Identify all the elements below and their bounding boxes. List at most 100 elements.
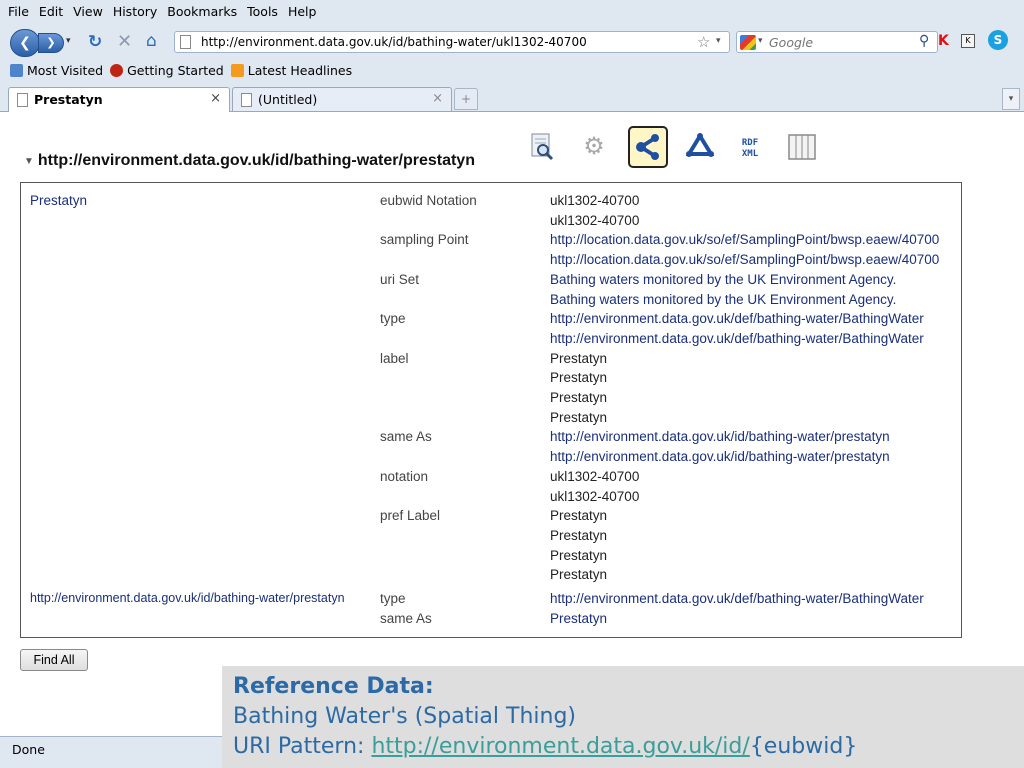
find-all-button[interactable]: Find All xyxy=(20,649,88,671)
forward-button[interactable]: ❯ xyxy=(38,33,64,53)
search-icon[interactable]: ⚲ xyxy=(919,33,929,49)
slide-caption: Reference Data: Bathing Water's (Spatial… xyxy=(222,666,1024,768)
value-text: Prestatyn xyxy=(550,508,608,524)
value-link[interactable]: Bathing waters monitored by the UK Envir… xyxy=(550,272,896,287)
close-tab-icon[interactable]: × xyxy=(210,91,221,106)
bookmark-star-icon[interactable]: ☆ xyxy=(697,33,710,51)
value-link[interactable]: http://environment.data.gov.uk/id/bathin… xyxy=(550,429,890,444)
resource-heading[interactable]: ▼ http://environment.data.gov.uk/id/bath… xyxy=(24,152,475,170)
skype-icon[interactable]: S xyxy=(988,30,1008,50)
menu-tools[interactable]: Tools xyxy=(247,4,278,26)
menu-bar: File Edit View History Bookmarks Tools H… xyxy=(0,4,316,26)
value-text: Prestatyn xyxy=(550,409,608,425)
navigation-toolbar: ❮ ❯ ▾ ↻ ✕ ⌂ http://environment.data.gov.… xyxy=(0,28,1024,58)
page-content: ▼ http://environment.data.gov.uk/id/bath… xyxy=(0,112,1024,736)
caption-line2: URI Pattern: http://environment.data.gov… xyxy=(233,732,1024,762)
bookmark-most-visited[interactable]: Most Visited xyxy=(10,63,103,78)
rdf-xml-view-icon[interactable]: RDF XML xyxy=(730,126,770,168)
value-text: Prestatyn xyxy=(550,567,608,583)
value-text: Prestatyn xyxy=(550,547,608,563)
bookmark-label: Most Visited xyxy=(27,62,104,78)
status-text: Done xyxy=(12,742,45,757)
predicate-label: type xyxy=(380,591,406,606)
bookmark-label: Getting Started xyxy=(127,62,224,78)
bookmarks-toolbar: Most Visited Getting Started Latest Head… xyxy=(0,60,355,80)
caption-prefix: URI Pattern: xyxy=(233,734,372,759)
subject-uri[interactable]: http://environment.data.gov.uk/id/bathin… xyxy=(30,591,345,605)
page-icon xyxy=(180,35,191,49)
caption-title: Reference Data: xyxy=(233,674,434,699)
tab-label: (Untitled) xyxy=(258,92,318,107)
most-visited-icon xyxy=(10,63,23,77)
svg-text:XML: XML xyxy=(742,149,759,159)
reload-icon[interactable]: ↻ xyxy=(88,32,102,52)
value-text: Prestatyn xyxy=(550,390,608,405)
tab-strip: Prestatyn × (Untitled) × + ▾ xyxy=(0,85,1024,112)
page-icon xyxy=(241,93,252,107)
addon-k-icon[interactable]: K xyxy=(938,33,949,49)
value-link[interactable]: http://environment.data.gov.uk/id/bathin… xyxy=(550,449,890,464)
predicate-label: uri Set xyxy=(380,271,420,287)
settings-view-icon[interactable]: ⚙ xyxy=(574,126,614,168)
bookmark-latest-headlines[interactable]: Latest Headlines xyxy=(230,62,353,78)
value-link[interactable]: Bathing waters monitored by the UK Envir… xyxy=(550,292,896,307)
value-text: Prestatyn xyxy=(550,527,608,543)
value-link[interactable]: http://location.data.gov.uk/so/ef/Sampli… xyxy=(550,232,939,247)
search-engine-dropdown-icon[interactable]: ▾ xyxy=(758,36,763,46)
value-link[interactable]: http://environment.data.gov.uk/def/bathi… xyxy=(550,311,924,326)
url-dropdown-icon[interactable]: ▾ xyxy=(716,36,721,46)
caption-line1: Bathing Water's (Spatial Thing) xyxy=(233,704,576,729)
tab-list-dropdown-icon[interactable]: ▾ xyxy=(1002,88,1020,110)
browser-chrome: File Edit View History Bookmarks Tools H… xyxy=(0,0,1024,112)
value-link[interactable]: Prestatyn xyxy=(550,611,607,626)
menu-edit[interactable]: Edit xyxy=(39,4,63,26)
value-link[interactable]: http://environment.data.gov.uk/def/bathi… xyxy=(550,591,924,606)
predicate-label: type xyxy=(380,311,406,327)
forward-arrow-icon: ❯ xyxy=(46,36,56,49)
value-text: Prestatyn xyxy=(550,370,608,386)
predicate-label: same As xyxy=(380,610,432,626)
graph-view-icon[interactable] xyxy=(628,126,668,168)
addon-box-icon[interactable]: K xyxy=(961,34,975,48)
value-link[interactable]: http://location.data.gov.uk/so/ef/Sampli… xyxy=(550,252,939,267)
home-icon[interactable]: ⌂ xyxy=(146,31,157,51)
predicate-label: same As xyxy=(380,429,432,445)
stop-icon[interactable]: ✕ xyxy=(117,31,132,52)
resource-uri: http://environment.data.gov.uk/id/bathin… xyxy=(37,152,475,169)
subject-prestatyn[interactable]: Prestatyn xyxy=(30,193,87,208)
menu-bookmarks[interactable]: Bookmarks xyxy=(167,4,237,26)
predicate-label: pref Label xyxy=(380,508,441,524)
predicate-label: eubwid Notation xyxy=(380,193,477,208)
table-view-icon[interactable] xyxy=(782,126,822,168)
url-bar[interactable]: http://environment.data.gov.uk/id/bathin… xyxy=(174,31,730,53)
new-tab-button[interactable]: + xyxy=(454,88,478,110)
back-button[interactable]: ❮ xyxy=(10,29,40,57)
caption-uri-link[interactable]: http://environment.data.gov.uk/id/ xyxy=(371,734,749,759)
url-text[interactable]: http://environment.data.gov.uk/id/bathin… xyxy=(201,35,587,49)
tab-label: Prestatyn xyxy=(34,92,103,107)
bookmark-getting-started[interactable]: Getting Started xyxy=(110,63,224,78)
collapse-triangle-icon[interactable]: ▼ xyxy=(24,156,34,167)
back-arrow-icon: ❮ xyxy=(19,35,31,51)
history-dropdown-icon[interactable]: ▾ xyxy=(66,36,71,46)
menu-help[interactable]: Help xyxy=(288,4,317,26)
tab-untitled[interactable]: (Untitled) × xyxy=(232,87,452,111)
menu-file[interactable]: File xyxy=(8,4,29,26)
value-text: ukl1302-40700 xyxy=(550,488,640,504)
caption-suffix: {eubwid} xyxy=(749,734,858,759)
rss-icon xyxy=(230,63,244,77)
search-input[interactable] xyxy=(769,33,909,51)
search-view-icon[interactable] xyxy=(522,126,562,168)
tab-prestatyn[interactable]: Prestatyn × xyxy=(8,87,230,112)
predicate-label: sampling Point xyxy=(380,232,469,248)
menu-history[interactable]: History xyxy=(113,4,157,26)
firefox-icon xyxy=(110,63,124,77)
rdf-graph-view-icon[interactable] xyxy=(680,126,720,168)
menu-view[interactable]: View xyxy=(73,4,103,26)
predicate-label: label xyxy=(380,350,409,366)
google-logo-icon[interactable] xyxy=(740,35,756,50)
value-link[interactable]: http://environment.data.gov.uk/def/bathi… xyxy=(550,331,924,346)
resource-table: Prestatyn http://environment.data.gov.uk… xyxy=(20,182,962,638)
close-tab-icon[interactable]: × xyxy=(432,91,443,106)
bookmark-label: Latest Headlines xyxy=(247,62,353,78)
